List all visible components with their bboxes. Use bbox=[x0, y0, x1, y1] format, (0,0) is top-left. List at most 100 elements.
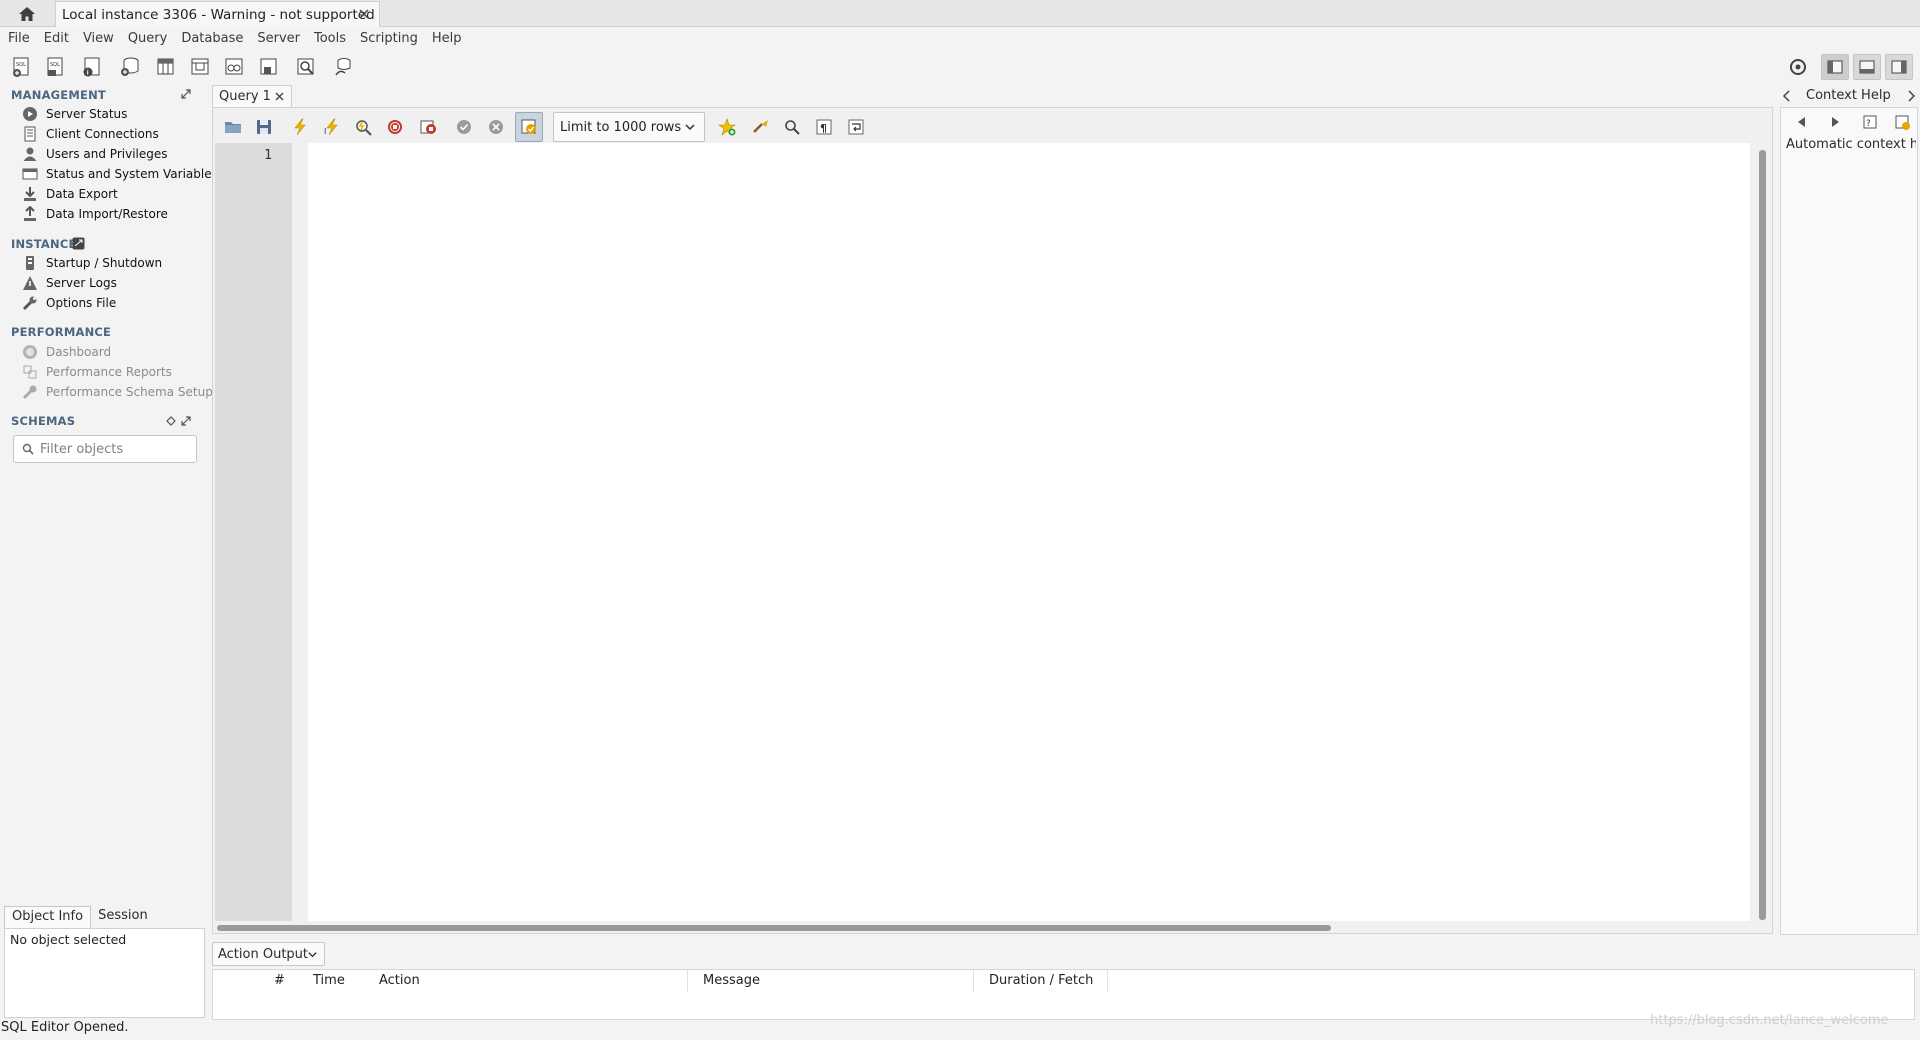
save-icon[interactable] bbox=[251, 115, 277, 139]
connection-tab[interactable]: Local instance 3306 - Warning - not supp… bbox=[55, 1, 380, 27]
nav-server-logs[interactable]: Server Logs bbox=[22, 273, 117, 293]
reconnect-icon[interactable] bbox=[330, 55, 356, 79]
new-sql-tab-icon[interactable]: SQL bbox=[9, 55, 35, 79]
line-number-gutter: 1 bbox=[215, 143, 292, 921]
menu-tools[interactable]: Tools bbox=[314, 31, 346, 46]
filter-objects-input[interactable] bbox=[40, 441, 190, 457]
connection-tab-title: Local instance 3306 - Warning - not supp… bbox=[62, 6, 375, 23]
nav-label: Client Connections bbox=[46, 127, 159, 141]
open-file-icon[interactable] bbox=[220, 115, 246, 139]
execute-icon[interactable] bbox=[287, 115, 313, 139]
menu-bar: File Edit View Query Database Server Too… bbox=[0, 27, 1920, 49]
management-title: MANAGEMENT bbox=[11, 88, 106, 102]
toggle-sidebar-button[interactable] bbox=[1821, 54, 1849, 80]
refresh-icon[interactable] bbox=[166, 416, 176, 426]
find-icon[interactable] bbox=[779, 115, 805, 139]
home-icon[interactable] bbox=[14, 3, 40, 25]
nav-server-status[interactable]: Server Status bbox=[22, 104, 127, 124]
inspector-icon[interactable]: i bbox=[79, 55, 105, 79]
nav-client-connections[interactable]: Client Connections bbox=[22, 124, 159, 144]
vertical-scrollbar[interactable] bbox=[1759, 150, 1766, 920]
create-table-icon[interactable] bbox=[152, 55, 178, 79]
toggle-output-button[interactable] bbox=[1853, 54, 1881, 80]
back-arrow-icon[interactable] bbox=[1796, 116, 1808, 128]
users-icon bbox=[22, 146, 38, 162]
menu-help[interactable]: Help bbox=[432, 31, 462, 46]
beautify-icon[interactable] bbox=[748, 115, 774, 139]
close-icon[interactable] bbox=[273, 90, 286, 103]
limit-rows-select[interactable]: Limit to 1000 rows bbox=[553, 112, 705, 142]
svg-text:I: I bbox=[324, 127, 326, 136]
nav-status-variables[interactable]: Status and System Variables bbox=[22, 164, 218, 184]
chevron-down-icon bbox=[308, 952, 317, 958]
nav-label: Users and Privileges bbox=[46, 147, 168, 161]
execute-current-icon[interactable]: I bbox=[319, 115, 345, 139]
menu-database[interactable]: Database bbox=[181, 31, 243, 46]
info-tabs: Object Info Session bbox=[4, 906, 155, 928]
stop-icon[interactable] bbox=[382, 115, 408, 139]
column-number[interactable]: # bbox=[274, 973, 285, 988]
invisible-chars-icon[interactable]: ¶ bbox=[811, 115, 837, 139]
schemas-title: SCHEMAS bbox=[11, 414, 76, 428]
tab-session[interactable]: Session bbox=[91, 906, 155, 928]
search-table-data-icon[interactable] bbox=[293, 55, 319, 79]
nav-data-import[interactable]: Data Import/Restore bbox=[22, 204, 168, 224]
column-time[interactable]: Time bbox=[313, 973, 345, 988]
nav-options-file[interactable]: Options File bbox=[22, 293, 116, 313]
svg-text:¶: ¶ bbox=[820, 122, 827, 135]
preferences-icon[interactable] bbox=[1784, 55, 1812, 79]
nav-performance-reports[interactable]: Performance Reports bbox=[22, 362, 172, 382]
limit-rows-value: Limit to 1000 rows bbox=[560, 119, 682, 135]
tab-object-info[interactable]: Object Info bbox=[4, 906, 92, 928]
rollback-icon[interactable] bbox=[483, 115, 509, 139]
expand-icon[interactable] bbox=[181, 89, 191, 99]
close-icon[interactable] bbox=[357, 7, 371, 21]
column-duration[interactable]: Duration / Fetch bbox=[989, 973, 1093, 988]
auto-help-icon[interactable] bbox=[1893, 113, 1911, 131]
output-type-select[interactable]: Action Output bbox=[212, 942, 325, 966]
word-wrap-icon[interactable] bbox=[843, 115, 869, 139]
menu-view[interactable]: View bbox=[83, 31, 114, 46]
sql-code-area[interactable] bbox=[308, 143, 1750, 921]
menu-server[interactable]: Server bbox=[257, 31, 300, 46]
explain-icon[interactable] bbox=[350, 115, 376, 139]
toggle-output-icon bbox=[1859, 60, 1875, 74]
chevron-right-icon[interactable] bbox=[1906, 90, 1916, 102]
create-function-icon[interactable] bbox=[255, 55, 281, 79]
object-info-panel: Object Info Session No object selected bbox=[4, 906, 205, 1018]
menu-edit[interactable]: Edit bbox=[44, 31, 69, 46]
create-view-icon[interactable] bbox=[187, 55, 213, 79]
nav-startup-shutdown[interactable]: Startup / Shutdown bbox=[22, 253, 162, 273]
svg-text:SQL: SQL bbox=[50, 62, 60, 68]
autocommit-toggle[interactable] bbox=[515, 112, 543, 142]
toggle-secondary-sidebar-button[interactable] bbox=[1885, 54, 1913, 80]
column-divider bbox=[687, 970, 688, 992]
nav-dashboard[interactable]: Dashboard bbox=[22, 342, 111, 362]
horizontal-scrollbar[interactable] bbox=[217, 925, 1331, 931]
menu-query[interactable]: Query bbox=[128, 31, 168, 46]
add-snippet-icon[interactable] bbox=[714, 115, 740, 139]
nav-users-privileges[interactable]: Users and Privileges bbox=[22, 144, 168, 164]
create-procedure-icon[interactable] bbox=[221, 55, 247, 79]
column-action[interactable]: Action bbox=[379, 973, 420, 988]
create-schema-icon[interactable] bbox=[117, 55, 143, 79]
forward-arrow-icon[interactable] bbox=[1829, 116, 1841, 128]
menu-scripting[interactable]: Scripting bbox=[360, 31, 418, 46]
instance-status-icon bbox=[72, 237, 85, 250]
nav-performance-schema-setup[interactable]: Performance Schema Setup bbox=[22, 382, 213, 402]
sql-editor-panel: I Limit to 1000 rows ¶ 1 bbox=[212, 107, 1773, 934]
open-sql-script-icon[interactable]: SQL bbox=[43, 55, 69, 79]
stop-on-error-icon[interactable] bbox=[416, 115, 442, 139]
commit-icon[interactable] bbox=[451, 115, 477, 139]
svg-text:SQL: SQL bbox=[16, 62, 26, 68]
chevron-left-icon[interactable] bbox=[1782, 90, 1792, 102]
column-message[interactable]: Message bbox=[703, 973, 760, 988]
nav-data-export[interactable]: Data Export bbox=[22, 184, 118, 204]
menu-file[interactable]: File bbox=[8, 31, 30, 46]
svg-text:?: ? bbox=[1866, 119, 1871, 129]
manual-help-icon[interactable]: ? bbox=[1861, 113, 1879, 131]
main-toolbar: SQL SQL i bbox=[0, 50, 1920, 84]
query-tab[interactable]: Query 1 bbox=[212, 85, 292, 107]
connection-tab-bar: Local instance 3306 - Warning - not supp… bbox=[0, 0, 1920, 27]
expand-icon[interactable] bbox=[181, 416, 191, 426]
